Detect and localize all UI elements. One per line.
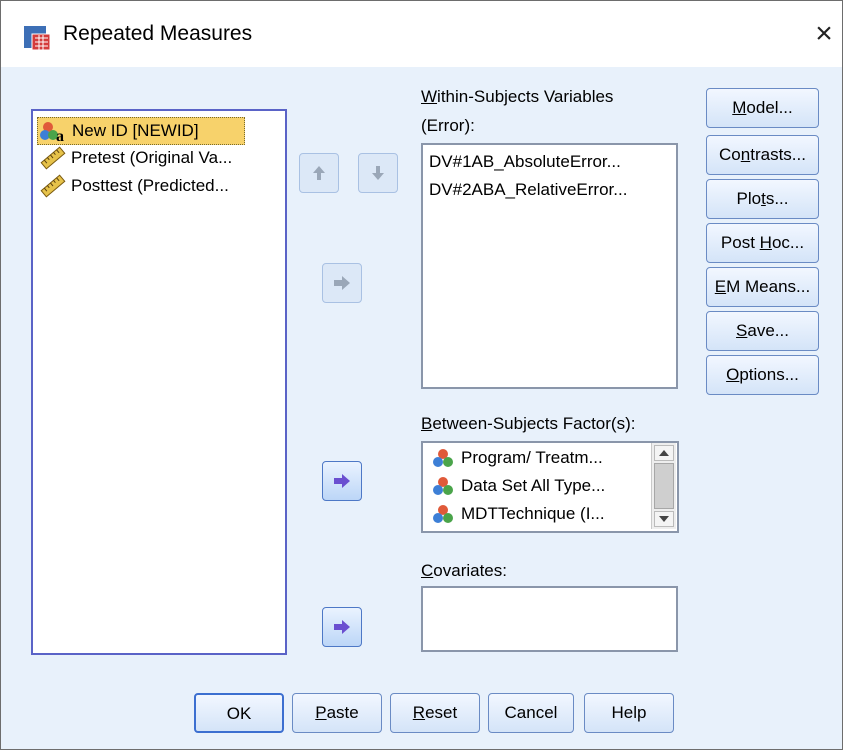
window-title: Repeated Measures: [63, 22, 253, 45]
save-button[interactable]: Save...: [706, 311, 819, 351]
btn-rest: aste: [326, 703, 359, 722]
reset-button[interactable]: Reset: [390, 693, 480, 733]
title-bar: Repeated Measures ×: [1, 1, 842, 67]
em-means-button[interactable]: EM Means...: [706, 267, 819, 307]
between-scrollbar[interactable]: [651, 443, 676, 529]
plots-button[interactable]: Plots...: [706, 179, 819, 219]
within-item-label: DV#2ABA_RelativeError...: [429, 180, 628, 199]
mnemonic-h: H: [759, 233, 772, 252]
mnemonic-m: M: [732, 98, 747, 117]
between-item-label: Program/ Treatm...: [461, 448, 603, 467]
arrow-right-icon: [334, 276, 350, 290]
arrow-right-icon: [334, 474, 350, 488]
mnemonic-p: P: [315, 703, 327, 722]
btn-rest: ave...: [747, 321, 789, 340]
within-subjects-label-line2: (Error):: [421, 116, 475, 135]
mnemonic-w: W: [421, 87, 438, 106]
nominal-factor-icon: [433, 449, 453, 467]
mnemonic-e: E: [714, 277, 727, 296]
mnemonic-s: S: [736, 321, 748, 340]
within-subjects-label-line1: Within-Subjects Variables: [421, 87, 613, 107]
options-button[interactable]: Options...: [706, 355, 819, 395]
model-button[interactable]: Model...: [706, 88, 819, 128]
move-to-covariates-button[interactable]: [322, 607, 362, 647]
between-subjects-label: Between-Subjects Factor(s):: [421, 414, 635, 434]
mnemonic-r: R: [412, 703, 426, 722]
svg-text:a: a: [56, 128, 64, 143]
nominal-variable-icon: a: [40, 122, 64, 143]
btn-rest: M Means...: [726, 277, 811, 296]
covariates-label: Covariates:: [421, 561, 507, 581]
within-item[interactable]: DV#2ABA_RelativeError...: [429, 177, 627, 203]
arrow-down-icon: [372, 166, 384, 180]
btn-rest: Plo: [736, 189, 762, 208]
btn-rest: eset: [425, 703, 458, 722]
between-item-label: MDTTechnique (I...: [461, 504, 605, 523]
scroll-down-icon[interactable]: [654, 511, 674, 527]
help-button[interactable]: Help: [584, 693, 674, 733]
move-up-button[interactable]: [299, 153, 339, 193]
covariates-label-rest: ovariates:: [433, 561, 507, 580]
btn-rest: trasts...: [750, 145, 806, 164]
mnemonic-b: B: [421, 414, 433, 433]
contrasts-button[interactable]: Contrasts...: [706, 135, 819, 175]
btn-rest: oc...: [771, 233, 805, 252]
mnemonic-o: O: [726, 365, 740, 384]
move-to-within-button[interactable]: [322, 263, 362, 303]
variable-label: Pretest (Original Va...: [71, 148, 233, 167]
between-label-rest: etween-Subjects Factor(s):: [432, 414, 636, 433]
scale-ruler-icon: [40, 146, 66, 170]
btn-rest: Post: [720, 233, 760, 252]
paste-button[interactable]: Paste: [292, 693, 382, 733]
within-subjects-list[interactable]: DV#1AB_AbsoluteError... DV#2ABA_Relative…: [421, 143, 678, 389]
variable-label: New ID [NEWID]: [72, 121, 199, 140]
arrow-right-icon: [334, 620, 350, 634]
btn-rest: ptions...: [739, 365, 799, 384]
post-hoc-button[interactable]: Post Hoc...: [706, 223, 819, 263]
source-variables-list[interactable]: a New ID [NEWID] Pretest (Original Va...…: [31, 109, 287, 655]
move-down-button[interactable]: [358, 153, 398, 193]
ok-button[interactable]: OK: [194, 693, 284, 733]
btn-rest: Co: [719, 145, 741, 164]
variable-item-newid[interactable]: a New ID [NEWID]: [37, 117, 245, 145]
btn-rest: s...: [765, 189, 789, 208]
close-icon[interactable]: ×: [809, 15, 839, 53]
within-subjects-label-rest: ithin-Subjects Variables: [437, 87, 614, 106]
within-item-label: DV#1AB_AbsoluteError...: [429, 152, 621, 171]
mnemonic-n: n: [740, 145, 751, 164]
cancel-button[interactable]: Cancel: [488, 693, 574, 733]
between-subjects-list[interactable]: Program/ Treatm... Data Set All Type... …: [421, 441, 679, 533]
mnemonic-c: C: [421, 561, 434, 580]
nominal-factor-icon: [433, 505, 453, 523]
between-item-label: Data Set All Type...: [461, 476, 606, 495]
variable-label: Posttest (Predicted...: [71, 176, 229, 195]
within-item[interactable]: DV#1AB_AbsoluteError...: [429, 149, 621, 175]
move-to-between-button[interactable]: [322, 461, 362, 501]
covariates-list[interactable]: [421, 586, 678, 652]
scale-ruler-icon: [40, 174, 66, 198]
repeated-measures-dialog: Repeated Measures × a New ID [NEWID] Pre…: [0, 0, 843, 750]
scroll-up-icon[interactable]: [654, 445, 674, 461]
arrow-up-icon: [313, 166, 325, 180]
btn-rest: odel...: [746, 98, 793, 117]
spss-app-icon: [24, 26, 51, 51]
scroll-thumb[interactable]: [654, 463, 674, 509]
nominal-factor-icon: [433, 477, 453, 495]
